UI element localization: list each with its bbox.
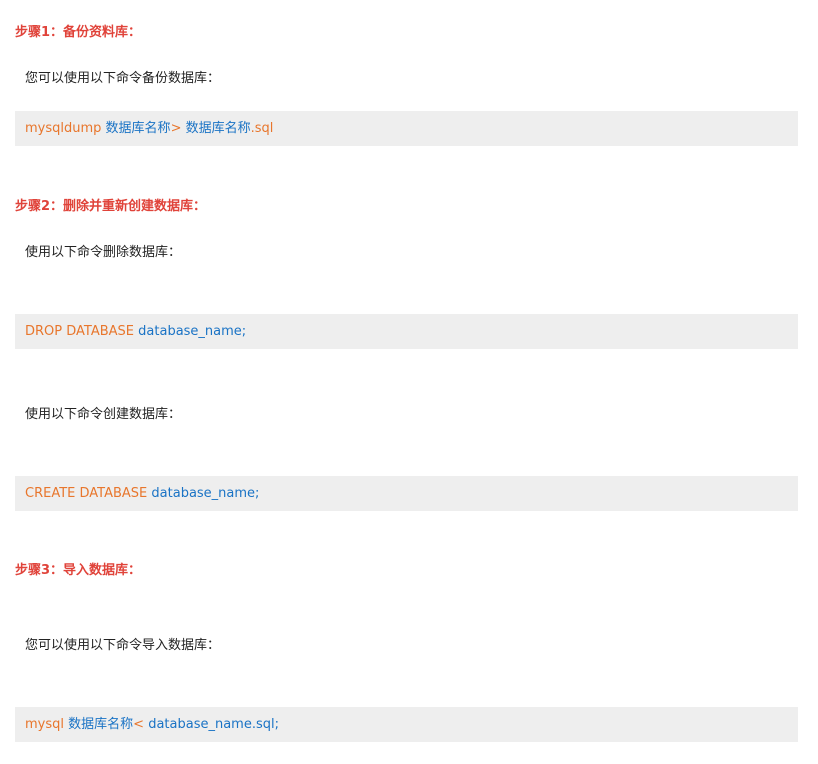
code-keyword: CREATE DATABASE	[25, 486, 152, 501]
code-extension: .sql	[250, 121, 274, 136]
code-identifier: database_name.sql;	[148, 717, 279, 732]
step-2-heading: 步骤2：删除并重新创建数据库：	[15, 199, 207, 214]
code-identifier: 数据库名称	[185, 121, 251, 136]
code-keyword: DROP DATABASE	[25, 324, 139, 339]
code-operator: <	[133, 717, 149, 732]
step-2-create-code-block: CREATE DATABASE database_name;	[15, 476, 798, 511]
step-3-code-block: mysql 数据库名称< database_name.sql;	[15, 707, 798, 742]
step-1-code-block: mysqldump 数据库名称> 数据库名称.sql	[15, 111, 798, 146]
code-keyword: mysql	[25, 717, 69, 732]
code-identifier: 数据库名称	[68, 717, 134, 732]
step-1-text: 您可以使用以下命令备份数据库：	[25, 71, 221, 86]
step-2-create-text: 使用以下命令创建数据库：	[25, 407, 182, 422]
step-2-drop-code-block: DROP DATABASE database_name;	[15, 314, 798, 349]
code-operator: >	[170, 121, 186, 136]
code-identifier: database_name;	[138, 324, 247, 339]
code-keyword: mysqldump	[25, 121, 106, 136]
step-3-text: 您可以使用以下命令导入数据库：	[25, 638, 221, 653]
step-1-heading: 步骤1：备份资料库：	[15, 25, 142, 40]
code-identifier: 数据库名称	[105, 121, 171, 136]
code-identifier: database_name;	[151, 486, 260, 501]
step-2-drop-text: 使用以下命令删除数据库：	[25, 245, 182, 260]
step-3-heading: 步骤3：导入数据库：	[15, 563, 142, 578]
